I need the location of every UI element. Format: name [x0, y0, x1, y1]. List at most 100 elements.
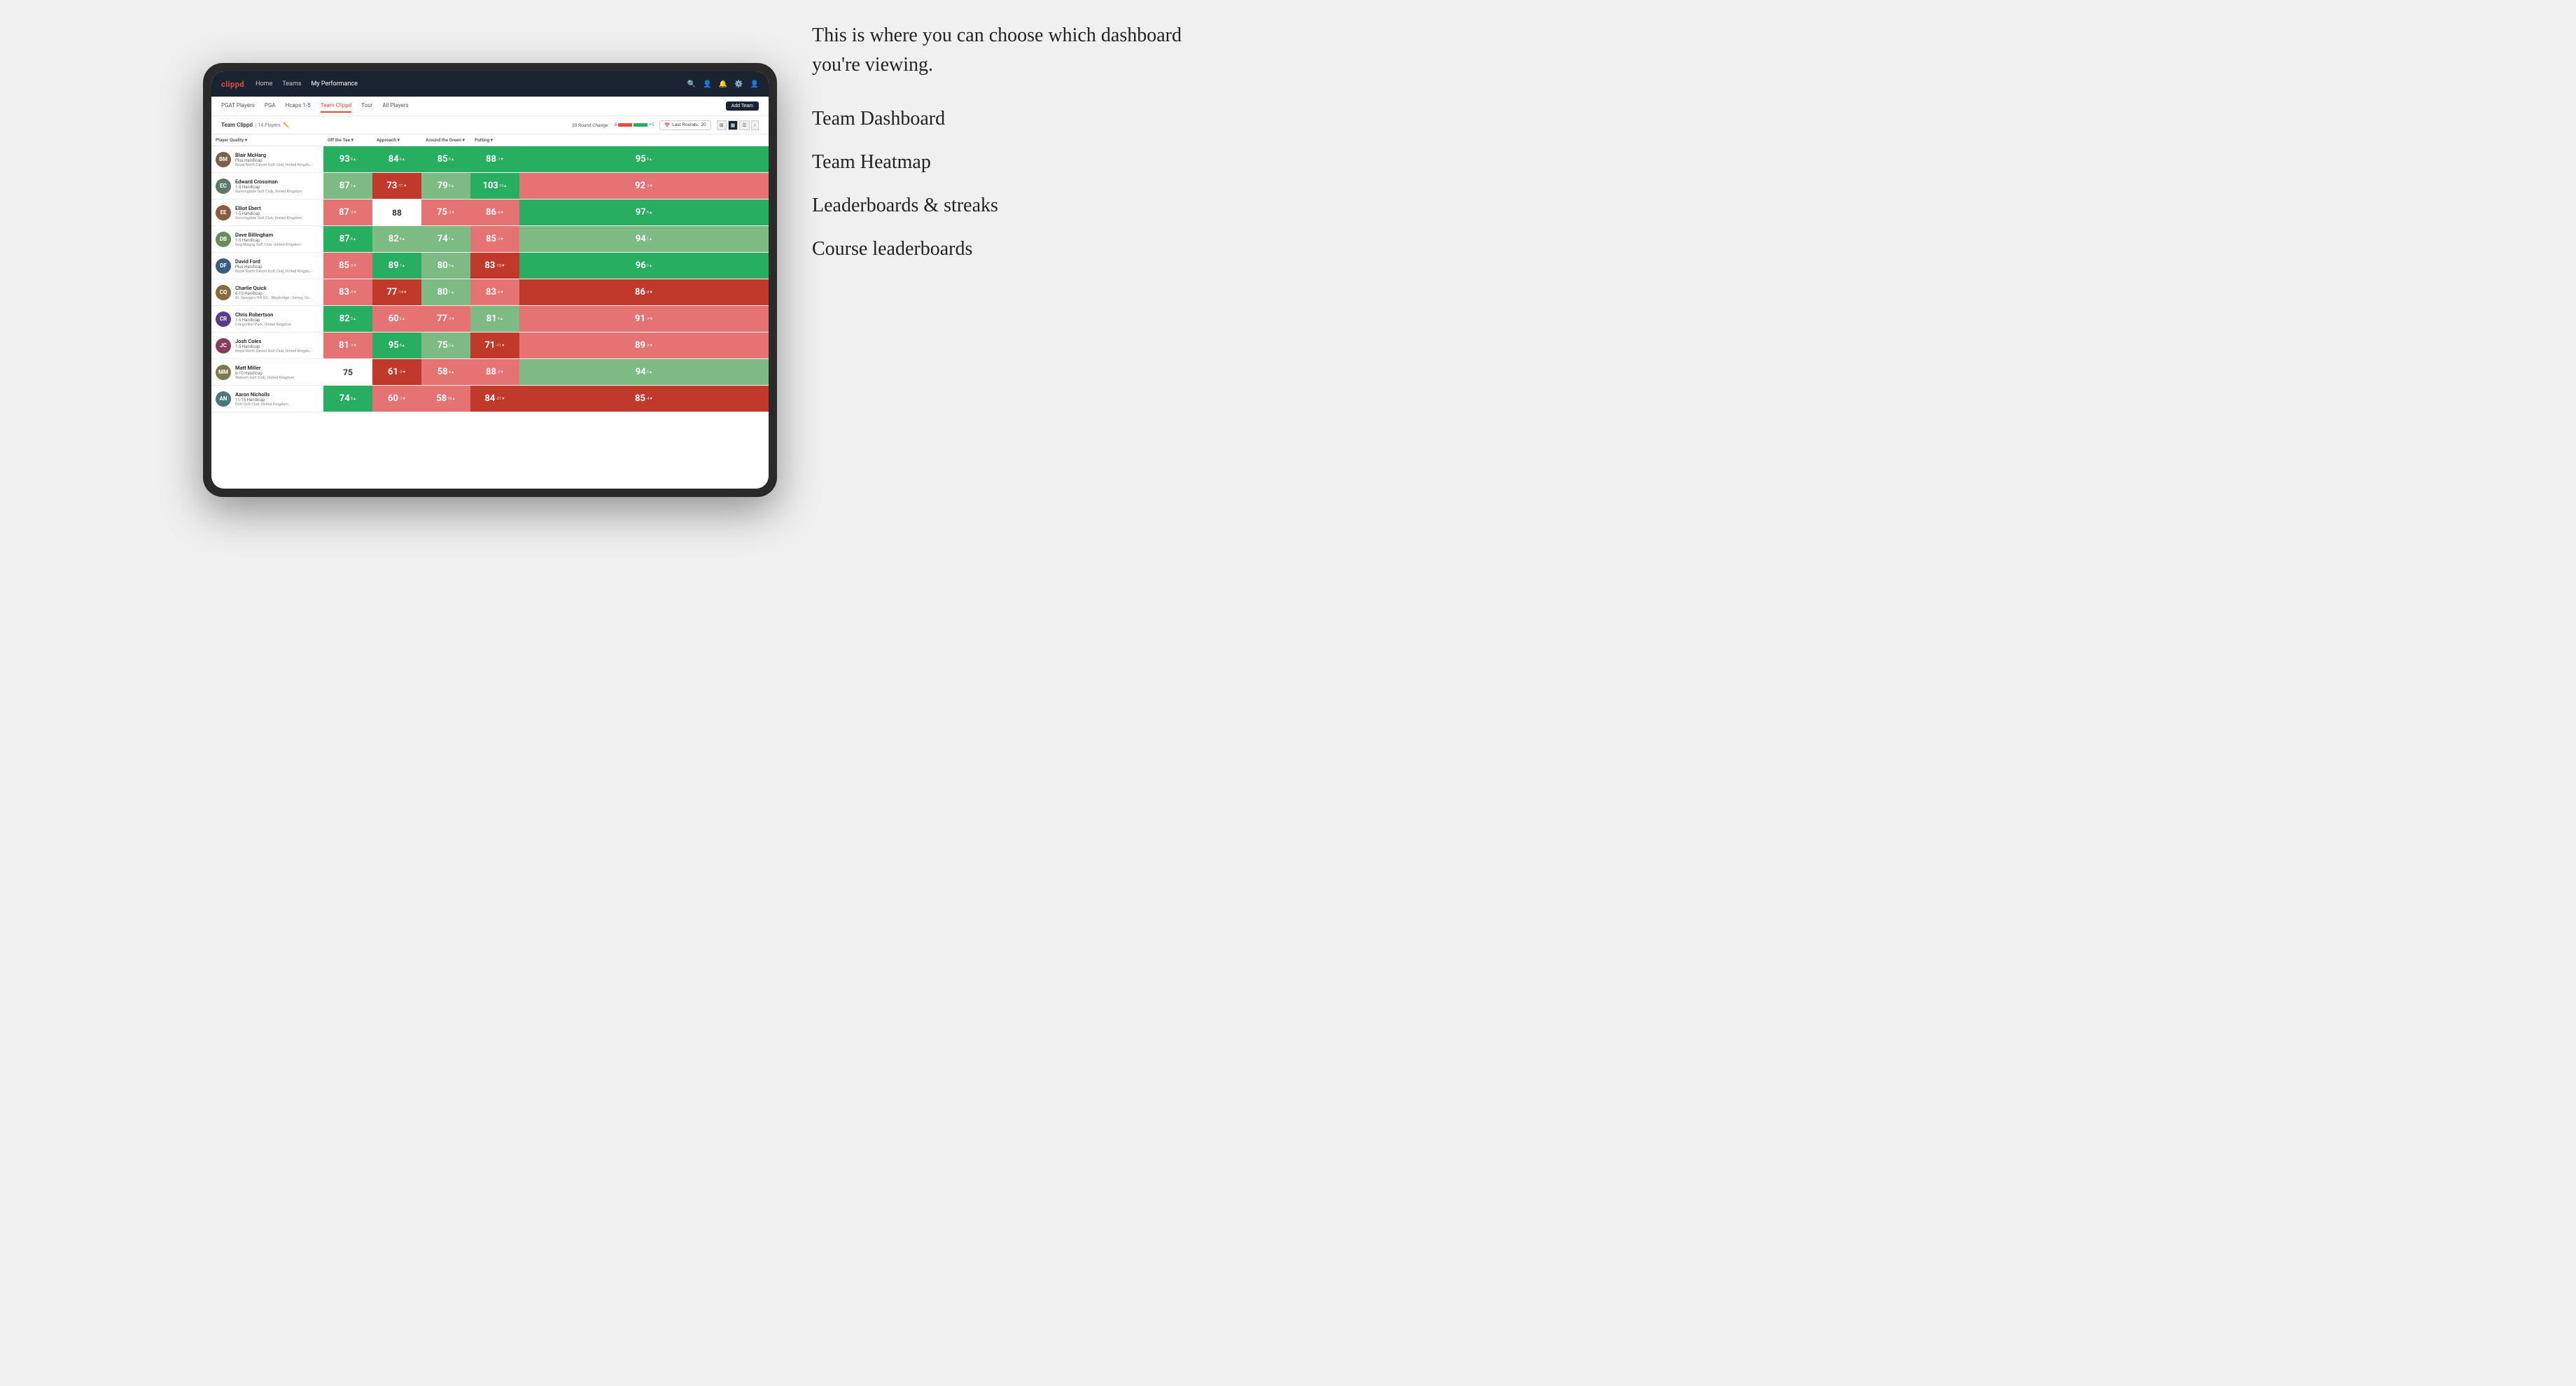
nav-link-teams[interactable]: Teams	[282, 79, 301, 89]
sub-nav-links: PGAT Players PGA Hcaps 1-5 Team Clippd T…	[221, 99, 726, 113]
player-info-cell[interactable]: MM Matt Miller 6-10 Handicap Woburn Golf…	[211, 359, 323, 386]
search-icon[interactable]: 🔍	[687, 80, 696, 88]
download-button[interactable]: ↓	[751, 120, 760, 130]
score-cell-around_green: 84 -21▼	[470, 386, 519, 412]
score-cell-off_tee: 82 4▲	[372, 226, 421, 253]
player-info-cell[interactable]: JC Josh Coles 1-5 Handicap Royal North D…	[211, 332, 323, 359]
score-cell-putting: 94 3▲	[519, 359, 769, 386]
col-header-offtee[interactable]: Off the Tee ▾	[323, 134, 372, 146]
player-info-cell[interactable]: DB Dave Billingham 1-5 Handicap Gog Mago…	[211, 226, 323, 253]
table-row: AN Aaron Nicholls 11-15 Handicap Drift G…	[211, 386, 769, 412]
heat-view-button[interactable]: ▦	[728, 120, 738, 130]
subnav-pga[interactable]: PGA	[265, 99, 276, 113]
table-row: MM Matt Miller 6-10 Handicap Woburn Golf…	[211, 359, 769, 386]
score-cell-around_green: 86 -6▼	[470, 200, 519, 226]
score-cell-quality: 74 8▲	[323, 386, 372, 412]
change-bar: -5 +5	[613, 122, 654, 127]
table-row: EC Edward Crossman 1-5 Handicap Sunningd…	[211, 173, 769, 200]
annotation-item-1: Team Dashboard	[812, 108, 1232, 130]
player-info-cell[interactable]: EC Edward Crossman 1-5 Handicap Sunningd…	[211, 173, 323, 200]
annotation-item-2: Team Heatmap	[812, 151, 1232, 174]
nav-bar: clippd Home Teams My Performance 🔍 👤 🔔 ⚙…	[211, 71, 769, 97]
score-cell-putting: 89 -2▼	[519, 332, 769, 359]
player-info-cell[interactable]: CQ Charlie Quick 6-10 Handicap St. Georg…	[211, 279, 323, 306]
table-row: JC Josh Coles 1-5 Handicap Royal North D…	[211, 332, 769, 359]
score-cell-around_green: 81 4▲	[470, 306, 519, 332]
player-info-cell[interactable]: EE Elliot Ebert 1-5 Handicap Sunningdale…	[211, 200, 323, 226]
nav-link-home[interactable]: Home	[255, 79, 272, 89]
score-cell-quality: 82 3▲	[323, 306, 372, 332]
subnav-hcaps[interactable]: Hcaps 1-5	[286, 99, 311, 113]
score-cell-putting: 85 -4▼	[519, 386, 769, 412]
change-minus: -5	[613, 122, 617, 127]
annotation-item-4: Course leaderboards	[812, 238, 1232, 260]
player-info-cell[interactable]: DF David Ford Plus Handicap Royal North …	[211, 253, 323, 279]
nav-links: Home Teams My Performance	[255, 79, 687, 89]
calendar-icon: 📅	[664, 122, 670, 128]
score-cell-quality: 81 -3▼	[323, 332, 372, 359]
score-cell-approach: 80 1▲	[421, 279, 470, 306]
subnav-tour[interactable]: Tour	[361, 99, 372, 113]
table-row: CR Chris Robertson 1-5 Handicap Craigmil…	[211, 306, 769, 332]
player-table: Player Quality ▾ Off the Tee ▾ Approach …	[211, 134, 769, 412]
score-cell-around_green: 85 -3▼	[470, 226, 519, 253]
nav-icons: 🔍 👤 🔔 ⚙️ 👤	[687, 80, 759, 88]
col-header-aroundgreen[interactable]: Around the Green ▾	[421, 134, 470, 146]
add-team-button[interactable]: Add Team	[726, 102, 759, 111]
col-header-putting[interactable]: Putting ▾	[470, 134, 519, 146]
edit-icon[interactable]: ✏️	[284, 122, 290, 128]
nav-link-myperformance[interactable]: My Performance	[311, 79, 357, 89]
score-cell-off_tee: 77 -14▼	[372, 279, 421, 306]
subnav-allplayers[interactable]: All Players	[382, 99, 408, 113]
last-rounds-value: 20	[701, 122, 706, 127]
table-area: Player Quality ▾ Off the Tee ▾ Approach …	[211, 134, 769, 489]
score-cell-putting: 95 9▲	[519, 146, 769, 173]
col-header-player[interactable]: Player Quality ▾	[211, 134, 323, 146]
list-view-button[interactable]: ☰	[739, 120, 749, 130]
annotation-list: Team Dashboard Team Heatmap Leaderboards…	[812, 108, 1232, 260]
tablet-screen: clippd Home Teams My Performance 🔍 👤 🔔 ⚙…	[211, 71, 769, 489]
score-cell-approach: 75 2▲	[421, 332, 470, 359]
score-cell-off_tee: 88	[372, 200, 421, 226]
last-rounds-button[interactable]: 📅 Last Rounds: 20	[659, 120, 711, 130]
score-cell-off_tee: 84 6▲	[372, 146, 421, 173]
app-logo: clippd	[221, 80, 244, 89]
team-name: Team Clippd	[221, 122, 253, 128]
score-cell-putting: 97 5▲	[519, 200, 769, 226]
team-header: Team Clippd | 14 Players ✏️ 20 Round Cha…	[211, 116, 769, 134]
col-header-approach[interactable]: Approach ▾	[372, 134, 421, 146]
score-cell-off_tee: 89 7▲	[372, 253, 421, 279]
score-cell-quality: 87 4▲	[323, 226, 372, 253]
grid-view-button[interactable]: ⊞	[717, 120, 727, 130]
settings-icon[interactable]: ⚙️	[734, 80, 743, 88]
table-row: BM Blair McHarg Plus Handicap Royal Nort…	[211, 146, 769, 173]
bell-icon[interactable]: 🔔	[719, 80, 727, 88]
score-cell-quality: 83 -3▼	[323, 279, 372, 306]
player-info-cell[interactable]: AN Aaron Nicholls 11-15 Handicap Drift G…	[211, 386, 323, 412]
score-cell-approach: 85 8▲	[421, 146, 470, 173]
user-icon[interactable]: 👤	[703, 80, 711, 88]
score-cell-putting: 96 3▲	[519, 253, 769, 279]
score-cell-quality: 87 -3▼	[323, 200, 372, 226]
subnav-teamclippd[interactable]: Team Clippd	[321, 99, 352, 113]
avatar-icon[interactable]: 👤	[750, 80, 759, 88]
score-cell-quality: 87 1▲	[323, 173, 372, 200]
score-cell-approach: 77 -3▼	[421, 306, 470, 332]
player-info-cell[interactable]: BM Blair McHarg Plus Handicap Royal Nort…	[211, 146, 323, 173]
score-cell-around_green: 88 -1▼	[470, 146, 519, 173]
score-cell-around_green: 88 -2▼	[470, 359, 519, 386]
table-row: DB Dave Billingham 1-5 Handicap Gog Mago…	[211, 226, 769, 253]
score-cell-around_green: 103 15▲	[470, 173, 519, 200]
score-cell-off_tee: 61 -3▼	[372, 359, 421, 386]
player-info-cell[interactable]: CR Chris Robertson 1-5 Handicap Craigmil…	[211, 306, 323, 332]
red-bar	[618, 123, 632, 127]
last-rounds-label: Last Rounds:	[672, 122, 699, 127]
score-cell-quality: 93 9▲	[323, 146, 372, 173]
score-cell-around_green: 83 -10▼	[470, 253, 519, 279]
score-cell-putting: 91 -3▼	[519, 306, 769, 332]
subnav-pgat[interactable]: PGAT Players	[221, 99, 255, 113]
score-cell-off_tee: 60 -1▼	[372, 386, 421, 412]
annotation-intro: This is where you can choose which dashb…	[812, 21, 1232, 80]
team-count: | 14 Players	[255, 122, 281, 128]
change-plus: +5	[649, 122, 654, 127]
